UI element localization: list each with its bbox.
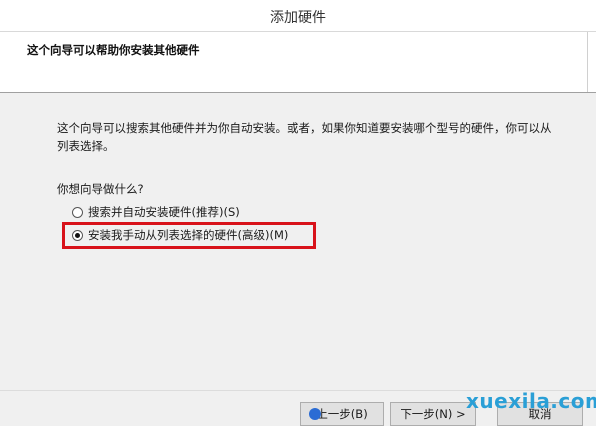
radio-auto-search[interactable] <box>72 206 83 218</box>
window-titlebar: 添加硬件 <box>0 0 596 32</box>
radio-manual-install[interactable] <box>72 229 83 241</box>
wizard-description: 这个向导可以搜索其他硬件并为你自动安装。或者，如果你知道要安装哪个型号的硬件，你… <box>57 121 552 153</box>
option-manual-install[interactable]: 安装我手动从列表选择的硬件(高级)(M) <box>72 226 288 244</box>
wizard-question: 你想向导做什么? <box>57 182 144 196</box>
back-arrow-icon <box>309 408 321 420</box>
wizard-heading: 这个向导可以帮助你安装其他硬件 <box>27 43 200 57</box>
back-button[interactable]: 上一步(B) <box>300 402 384 426</box>
header-divider <box>587 32 588 92</box>
back-button-label: 上一步(B) <box>316 407 368 421</box>
wizard-header: 这个向导可以帮助你安装其他硬件 <box>0 32 596 93</box>
site-watermark: xuexila.com <box>466 389 596 413</box>
wizard-content: 这个向导可以搜索其他硬件并为你自动安装。或者，如果你知道要安装哪个型号的硬件，你… <box>0 93 596 390</box>
option-auto-search-label: 搜索并自动安装硬件(推荐)(S) <box>88 205 240 219</box>
option-auto-search[interactable]: 搜索并自动安装硬件(推荐)(S) <box>72 203 240 221</box>
option-manual-install-label: 安装我手动从列表选择的硬件(高级)(M) <box>88 228 289 242</box>
window-title: 添加硬件 <box>270 10 326 26</box>
next-button[interactable]: 下一步(N) > <box>390 402 476 426</box>
next-button-label: 下一步(N) > <box>400 407 466 421</box>
